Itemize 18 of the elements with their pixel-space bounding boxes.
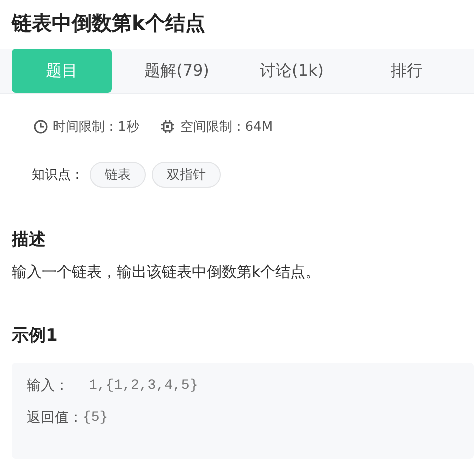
section-heading: 示例1 <box>12 325 59 347</box>
limit-text: 空间限制：64M <box>180 119 274 136</box>
chip-icon <box>161 120 176 134</box>
example-label: 输入： <box>27 377 69 395</box>
topic-tag[interactable]: 链表 <box>90 162 146 188</box>
example-value: 1,{1,2,3,4,5} <box>89 378 198 394</box>
problem-title: 链表中倒数第k个结点 <box>10 10 206 37</box>
clock-icon <box>34 120 48 134</box>
tab[interactable]: 排行 <box>357 49 457 93</box>
tab[interactable]: 讨论(1k) <box>242 49 342 93</box>
section-heading: 描述 <box>12 229 47 251</box>
limit-text: 时间限制：1秒 <box>53 119 140 136</box>
topic-tag[interactable]: 双指针 <box>152 162 221 188</box>
knowledge-label: 知识点： <box>32 167 84 184</box>
tab[interactable]: 题解(79) <box>127 49 227 93</box>
description-text: 输入一个链表，输出该链表中倒数第k个结点。 <box>11 262 322 282</box>
example-label: 返回值： <box>27 409 83 427</box>
example-value: {5} <box>83 410 108 426</box>
